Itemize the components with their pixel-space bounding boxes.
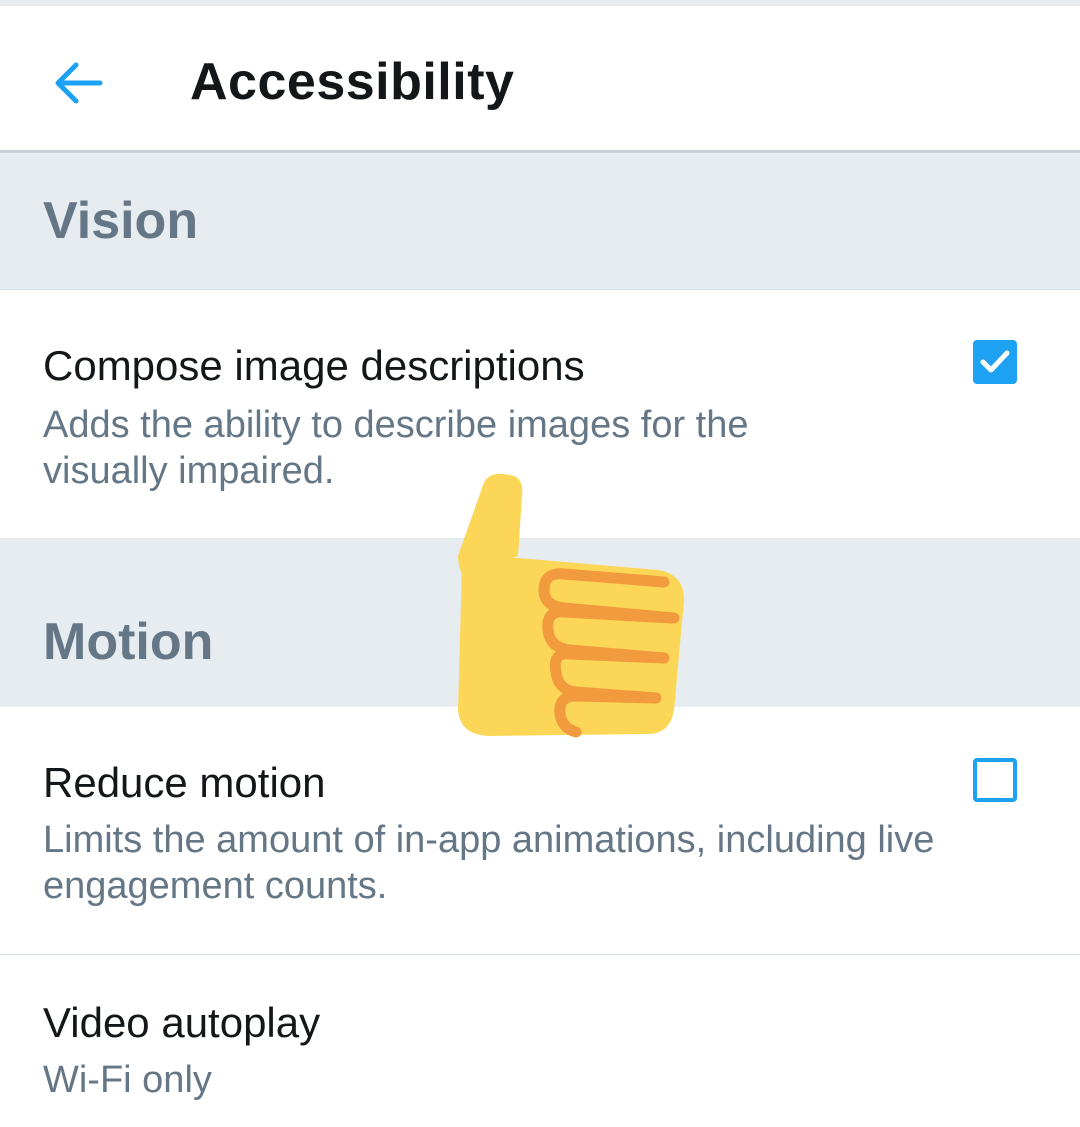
setting-value: Wi-Fi only <box>43 1059 212 1101</box>
section-header-motion: Motion <box>0 538 1080 708</box>
setting-reduce-motion[interactable]: Reduce motion Limits the amount of in-ap… <box>0 707 1080 955</box>
back-button[interactable] <box>46 50 112 116</box>
app-bar: Accessibility <box>0 6 1080 153</box>
page-title: Accessibility <box>190 53 515 111</box>
section-title-motion: Motion <box>43 613 214 671</box>
setting-title: Video autoplay <box>43 999 321 1046</box>
setting-video-autoplay[interactable]: Video autoplay Wi-Fi only <box>0 955 1080 1127</box>
compose-image-descriptions-checkbox[interactable] <box>973 340 1017 384</box>
setting-compose-image-descriptions[interactable]: Compose image descriptions Adds the abil… <box>0 290 1080 538</box>
setting-description: Adds the ability to describe images for … <box>43 404 749 492</box>
section-title-vision: Vision <box>43 192 199 250</box>
setting-title: Reduce motion <box>43 759 326 806</box>
setting-description: Limits the amount of in-app animations, … <box>43 819 935 907</box>
setting-title: Compose image descriptions <box>43 342 585 389</box>
arrow-left-icon <box>55 62 103 104</box>
reduce-motion-checkbox[interactable] <box>973 758 1017 802</box>
checkmark-icon <box>980 350 1010 373</box>
section-header-vision: Vision <box>0 153 1080 290</box>
accessibility-settings-screen: Accessibility Vision Compose image descr… <box>0 0 1080 1127</box>
